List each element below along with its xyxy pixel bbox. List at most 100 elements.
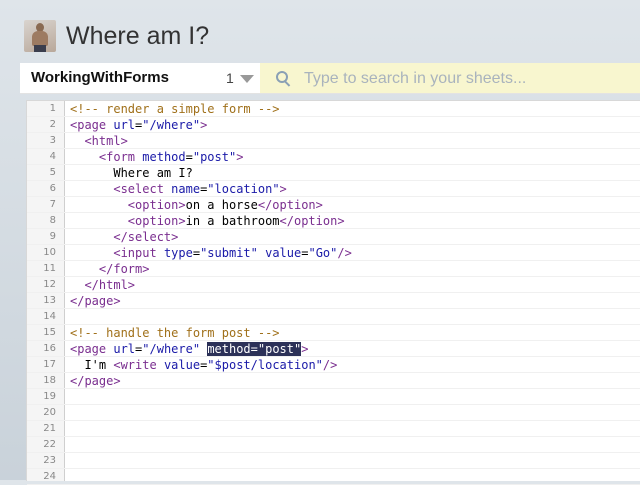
code-line[interactable]: 22 [27, 437, 640, 453]
code-line[interactable]: 5 Where am I? [27, 165, 640, 181]
code-token: > [200, 118, 208, 132]
code-token: <option> [127, 214, 186, 228]
line-number: 20 [43, 407, 56, 418]
code-token: = [185, 150, 193, 164]
code-token: in a bathroom [185, 214, 280, 228]
line-number: 22 [43, 439, 56, 450]
code-token: "Go" [308, 246, 338, 260]
toolbar: WorkingWithForms 1 [20, 63, 640, 94]
code-token: url [113, 118, 136, 132]
code-token: > [279, 182, 287, 196]
code-line[interactable]: 10 <input type="submit" value="Go"/> [27, 245, 640, 261]
line-number: 14 [43, 311, 56, 322]
selected-text: method="post" [207, 342, 302, 356]
avatar-legs [34, 45, 46, 52]
line-number: 18 [43, 375, 56, 386]
code-line[interactable]: 6 <select name="location"> [27, 181, 640, 197]
code-line[interactable]: 11 </form> [27, 261, 640, 277]
code-text: <select name="location"> [70, 181, 287, 197]
line-number: 9 [49, 231, 56, 242]
code-token: </form> [98, 262, 150, 276]
code-line[interactable]: 19 [27, 389, 640, 405]
sheet-name[interactable]: WorkingWithForms [31, 69, 169, 86]
code-token: /> [337, 246, 352, 260]
line-number: 7 [49, 199, 56, 210]
code-token: value [163, 358, 201, 372]
code-text: I'm <write value="$post/location"/> [70, 357, 337, 373]
search-icon [276, 71, 291, 87]
sheet-count: 1 [226, 70, 234, 86]
page-title: Where am I? [66, 22, 210, 50]
code-line[interactable]: 8 <option>in a bathroom</option> [27, 213, 640, 229]
code-line[interactable]: 21 [27, 421, 640, 437]
code-token: "/where" [142, 118, 201, 132]
code-line[interactable]: 16 <page url="/where" method="post"> [27, 341, 640, 357]
line-number: 2 [49, 119, 56, 130]
code-line[interactable]: 23 [27, 453, 640, 469]
search-input[interactable] [302, 67, 626, 91]
code-line[interactable]: 12 </html> [27, 277, 640, 293]
code-text: </form> [70, 261, 150, 277]
code-line[interactable]: 4 <form method="post"> [27, 149, 640, 165]
avatar[interactable] [24, 20, 56, 52]
line-number: 12 [43, 279, 56, 290]
code-line[interactable]: 15 <!-- handle the form post --> [27, 325, 640, 341]
code-token: /> [322, 358, 338, 372]
code-token: </option> [257, 198, 323, 212]
code-text: </page> [70, 373, 121, 389]
line-number: 15 [43, 327, 56, 338]
line-number: 17 [43, 359, 56, 370]
code-line[interactable]: 24 [27, 469, 640, 485]
code-token: <form [98, 150, 143, 164]
avatar-torso [32, 31, 48, 46]
code-token: > [301, 342, 309, 356]
code-line[interactable]: 14 [27, 309, 640, 325]
code-token: name [171, 182, 201, 196]
code-line[interactable]: 17 I'm <write value="$post/location"/> [27, 357, 640, 373]
code-token: "post" [192, 150, 237, 164]
code-line[interactable]: 13 </page> [27, 293, 640, 309]
chevron-down-icon[interactable] [240, 75, 254, 83]
code-token: Where am I? [70, 166, 193, 180]
header: Where am I? [0, 0, 640, 62]
line-number: 16 [43, 343, 56, 354]
code-token: value [265, 246, 302, 260]
code-token: on a horse [185, 198, 258, 212]
code-line[interactable]: 7 <option>on a horse</option> [27, 197, 640, 213]
code-token: "$post/location" [207, 358, 323, 372]
line-number: 10 [43, 247, 56, 258]
code-line[interactable]: 2 <page url="/where"> [27, 117, 640, 133]
code-token: <html> [84, 134, 128, 148]
code-text: <option>on a horse</option> [70, 197, 323, 213]
code-token: > [236, 150, 244, 164]
code-line[interactable]: 1 <!-- render a simple form --> [27, 101, 640, 117]
code-token: </select> [113, 230, 179, 244]
code-editor[interactable]: 1 <!-- render a simple form --> 2 <page url… [26, 100, 640, 485]
code-line[interactable]: 9 </select> [27, 229, 640, 245]
line-number: 24 [43, 471, 56, 482]
code-line[interactable]: 20 [27, 405, 640, 421]
line-number: 1 [49, 103, 56, 114]
code-token: <!-- handle the form post --> [70, 326, 280, 340]
code-line[interactable]: 18 </page> [27, 373, 640, 389]
code-token: <page [70, 118, 114, 132]
code-text: </html> [70, 277, 135, 293]
code-token: method [142, 150, 186, 164]
line-number: 11 [43, 263, 56, 274]
code-token: <option> [127, 198, 186, 212]
code-token: <write [113, 358, 164, 372]
code-text: <!-- render a simple form --> [70, 101, 280, 117]
code-text: </select> [70, 229, 178, 245]
code-token: </page> [70, 374, 121, 388]
code-token: <!-- render a simple form --> [70, 102, 280, 116]
line-number: 19 [43, 391, 56, 402]
line-number: 3 [49, 135, 56, 146]
code-text: <input type="submit" value="Go"/> [70, 245, 352, 261]
code-line[interactable]: 3 <html> [27, 133, 640, 149]
